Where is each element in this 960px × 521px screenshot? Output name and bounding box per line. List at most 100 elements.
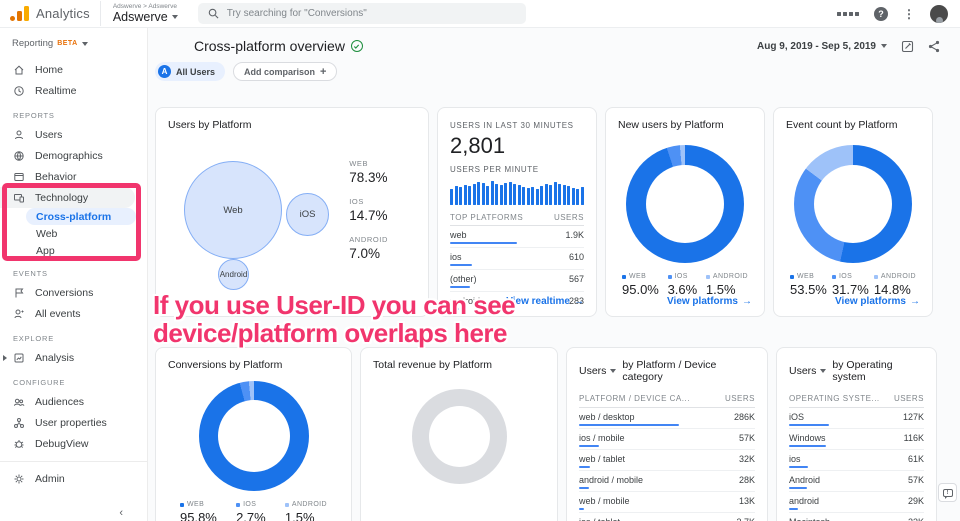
- sidebar-item-label: Audiences: [35, 396, 84, 408]
- view-realtime-link[interactable]: View realtime→: [506, 296, 584, 307]
- venn-legend: WEB78.3% IOS14.7% ANDROID7.0%: [349, 159, 388, 261]
- sidebar-section-explore: EXPLORE: [0, 324, 147, 347]
- donut-legend: WEB53.5% IOS31.7% ANDROID14.8%: [786, 273, 920, 297]
- card-total-revenue: Total revenue by Platform: [360, 347, 558, 521]
- arrow-right-icon: →: [574, 296, 584, 307]
- realtime-table-header: TOP PLATFORMSUSERS: [450, 205, 584, 226]
- sidebar-item-label: Users: [35, 129, 62, 141]
- add-comparison-chip[interactable]: Add comparison +: [233, 62, 337, 81]
- card-realtime: USERS IN LAST 30 MINUTES 2,801 USERS PER…: [437, 107, 597, 317]
- sidebar-item-all-events[interactable]: All events: [0, 303, 147, 324]
- table-row: ios / tablet3.7K: [579, 513, 755, 521]
- account-breadcrumb: Adswerve > Adswerve: [113, 3, 178, 10]
- admin-row: Admin: [0, 461, 147, 489]
- search-bar[interactable]: [198, 3, 526, 24]
- view-platforms-link[interactable]: View platforms→: [667, 296, 752, 307]
- table-row: Windows116K: [789, 429, 924, 450]
- venn-circle-web: Web: [184, 161, 282, 259]
- sidebar-item-label: All events: [35, 308, 81, 320]
- table-by-label: by Operating system: [832, 359, 924, 383]
- table-row: Android57K: [789, 471, 924, 492]
- users-metric-selector[interactable]: Users: [579, 365, 616, 377]
- reporting-label: Reporting: [12, 38, 53, 49]
- collapse-sidebar-icon[interactable]: ‹: [119, 507, 123, 519]
- venn-circle-android: Android: [218, 259, 249, 290]
- chevron-down-icon: [881, 44, 887, 48]
- sidebar: Reporting BETA Home Realtime REPORTS Use…: [0, 28, 148, 521]
- sidebar-item-label: User properties: [35, 417, 107, 429]
- sidebar-item-realtime[interactable]: Realtime: [0, 80, 147, 101]
- sidebar-item-user-properties[interactable]: User properties: [0, 412, 147, 433]
- beta-badge: BETA: [57, 40, 78, 47]
- apps-grid-icon[interactable]: [837, 12, 859, 16]
- sidebar-item-cross-platform[interactable]: Cross-platform: [26, 208, 136, 225]
- account-switcher[interactable]: Adswerve > Adswerve Adswerve: [100, 1, 190, 26]
- feedback-button[interactable]: !: [938, 483, 957, 502]
- window-icon: [13, 171, 25, 183]
- table-row: ios61K: [789, 450, 924, 471]
- audiences-icon: [13, 396, 25, 408]
- verified-check-icon: [351, 40, 363, 52]
- sidebar-item-label: Analysis: [35, 352, 74, 364]
- sidebar-item-debugview[interactable]: DebugView: [0, 433, 147, 454]
- sidebar-item-behavior[interactable]: Behavior: [0, 166, 147, 187]
- reporting-dropdown[interactable]: Reporting BETA: [0, 28, 147, 49]
- add-comparison-label: Add comparison: [244, 67, 315, 77]
- all-users-chip[interactable]: A All Users: [155, 62, 225, 81]
- customize-report-icon[interactable]: [901, 40, 914, 53]
- expand-arrow-icon: [3, 355, 7, 361]
- sidebar-item-web[interactable]: Web: [0, 225, 147, 242]
- main-content: Cross-platform overview Aug 9, 2019 - Se…: [148, 28, 960, 521]
- sidebar-item-admin[interactable]: Admin: [0, 468, 147, 489]
- analytics-app: Analytics Adswerve > Adswerve Adswerve ?…: [0, 0, 960, 521]
- total-revenue-donut-chart: [412, 389, 507, 484]
- card-title: New users by Platform: [618, 119, 752, 131]
- sidebar-item-audiences[interactable]: Audiences: [0, 391, 147, 412]
- share-icon[interactable]: [928, 40, 940, 53]
- sidebar-item-label: Admin: [35, 473, 65, 485]
- sidebar-item-conversions[interactable]: Conversions: [0, 282, 147, 303]
- users-metric-selector[interactable]: Users: [789, 365, 826, 377]
- bug-icon: [13, 438, 25, 450]
- table-row: web / mobile13K: [579, 492, 755, 513]
- more-menu-icon[interactable]: ⋮: [903, 8, 915, 20]
- sidebar-item-analysis[interactable]: Analysis: [0, 347, 147, 368]
- table-row: ios610: [450, 248, 584, 270]
- search-input[interactable]: [227, 8, 487, 19]
- date-range-selector[interactable]: Aug 9, 2019 - Sep 5, 2019: [757, 41, 887, 52]
- gear-icon: [13, 473, 25, 485]
- app-name: Analytics: [36, 6, 90, 21]
- hierarchy-icon: [13, 417, 25, 429]
- table-by-label: by Platform / Device category: [622, 359, 755, 383]
- avatar[interactable]: [930, 5, 948, 23]
- app-logo[interactable]: Analytics: [0, 6, 100, 21]
- sidebar-item-label: DebugView: [35, 438, 89, 450]
- card-conversions: Conversions by Platform WEB95.8% IOS2.7%…: [155, 347, 352, 521]
- card-title: Total revenue by Platform: [373, 359, 545, 371]
- help-icon[interactable]: ?: [874, 7, 888, 21]
- card-title: Users by Platform: [168, 119, 416, 131]
- sidebar-item-demographics[interactable]: Demographics: [0, 145, 147, 166]
- sidebar-item-app[interactable]: App: [0, 242, 147, 259]
- sidebar-section-events: EVENTS: [0, 259, 147, 282]
- table-row: Macintosh23K: [789, 513, 924, 521]
- sidebar-item-label: Home: [35, 64, 63, 76]
- sidebar-item-technology[interactable]: Technology: [0, 187, 135, 208]
- users-per-minute-label: USERS PER MINUTE: [450, 165, 584, 174]
- sidebar-item-label: Conversions: [35, 287, 93, 299]
- table-row: web / tablet32K: [579, 450, 755, 471]
- sidebar-item-home[interactable]: Home: [0, 59, 147, 80]
- plus-icon: +: [320, 66, 326, 78]
- chevron-down-icon: [820, 369, 826, 373]
- view-platforms-link[interactable]: View platforms→: [835, 296, 920, 307]
- table-row: android29K: [789, 492, 924, 513]
- sidebar-item-label: Cross-platform: [36, 211, 111, 223]
- sidebar-item-users[interactable]: Users: [0, 124, 147, 145]
- table-header: PLATFORM / DEVICE CA...USERS: [579, 383, 755, 408]
- card-event-count: Event count by Platform WEB53.5% IOS31.7…: [773, 107, 933, 317]
- donut-legend: WEB95.8% IOS2.7% ANDROID1.5%: [168, 501, 339, 521]
- table-row: ios / mobile57K: [579, 429, 755, 450]
- chevron-down-icon: [82, 42, 88, 46]
- search-icon: [208, 8, 219, 19]
- card-title: Conversions by Platform: [168, 359, 339, 371]
